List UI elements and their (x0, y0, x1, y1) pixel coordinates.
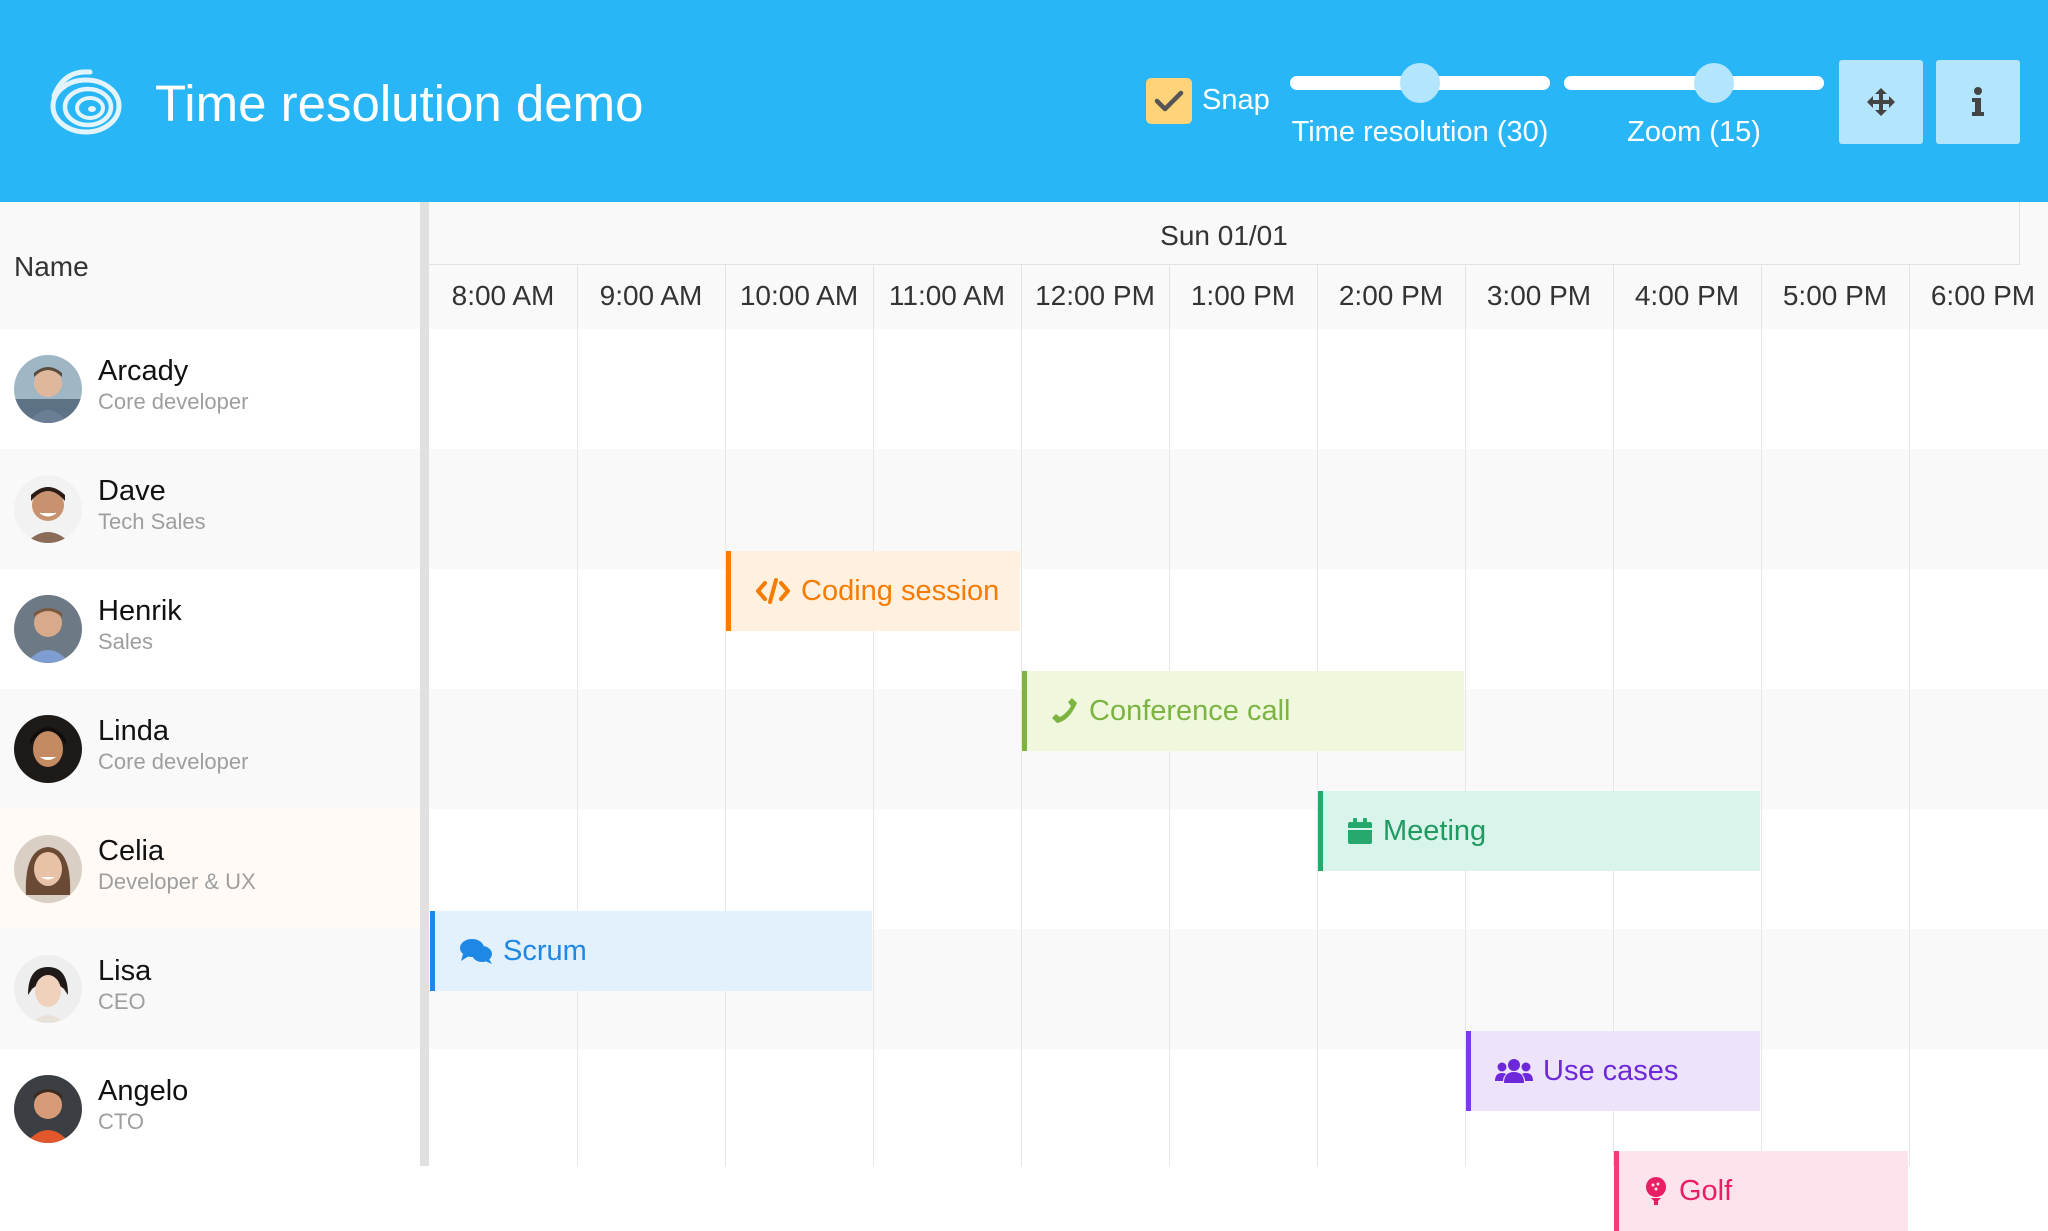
avatar-celia (14, 835, 82, 903)
resource-role: CTO (98, 1109, 145, 1134)
slider-thumb[interactable] (1400, 63, 1440, 103)
hour-header: 6:00 PM (1909, 265, 2048, 329)
check-icon (1154, 90, 1184, 112)
resource-name: Dave (98, 475, 166, 507)
code-icon (755, 578, 791, 604)
hour-label: 12:00 PM (1035, 280, 1155, 311)
resource-name: Lisa (98, 955, 152, 987)
hour-header: 3:00 PM (1465, 265, 1614, 329)
resource-name: Angelo (98, 1075, 189, 1107)
move-arrows-icon (1867, 88, 1895, 116)
schedule-row[interactable] (429, 449, 2048, 569)
resource-role: Core developer (98, 749, 249, 774)
event-conference-call[interactable]: Conference call (1022, 671, 1464, 751)
day-header: Sun 01/01 (429, 202, 2020, 265)
event-name: Golf (1679, 1174, 1733, 1207)
resource-column-header[interactable]: Name (0, 202, 420, 331)
hour-label: 1:00 PM (1190, 280, 1296, 311)
info-icon (1972, 87, 1984, 116)
resource-cell[interactable]: Lisa CEO (0, 929, 420, 1049)
hour-header: 1:00 PM (1169, 265, 1318, 329)
resource-cell[interactable]: Celia Developer & UX (0, 809, 420, 929)
page-title: Time resolution demo (155, 75, 644, 132)
event-name: Scrum (503, 934, 587, 967)
hour-gridline (725, 329, 726, 1166)
resource-role: Core developer (98, 389, 249, 414)
event-use-cases[interactable]: Use cases (1466, 1031, 1760, 1111)
users-icon (1495, 1057, 1533, 1085)
hour-label: 5:00 PM (1782, 280, 1888, 311)
avatar-arcady (14, 355, 82, 423)
hour-label: 10:00 AM (739, 280, 859, 311)
scheduler: Name Sun 01/01 8:00 AM 9:00 AM 10:00 AM … (0, 202, 2048, 1231)
hour-header: 2:00 PM (1317, 265, 1466, 329)
resource-cell[interactable]: Angelo CTO (0, 1049, 420, 1169)
name-column-title: Name (14, 251, 89, 282)
snap-label: Snap (1202, 84, 1270, 116)
hour-header: 12:00 PM (1021, 265, 1170, 329)
hour-label: 6:00 PM (1930, 280, 2036, 311)
hour-header: 5:00 PM (1761, 265, 1910, 329)
resource-name: Arcady (98, 355, 189, 387)
event-scrum[interactable]: Scrum (430, 911, 872, 991)
hour-gridline (1909, 329, 1910, 1166)
resource-role: Sales (98, 629, 154, 654)
golf-icon (1643, 1176, 1669, 1206)
hour-header: 10:00 AM (725, 265, 874, 329)
event-golf[interactable]: Golf (1614, 1151, 1908, 1231)
resource-role: Tech Sales (98, 509, 206, 534)
hour-label: 2:00 PM (1338, 280, 1444, 311)
hour-header: 4:00 PM (1613, 265, 1762, 329)
avatar-lisa (14, 955, 82, 1023)
hour-gridline (1761, 329, 1762, 1166)
hour-label: 4:00 PM (1634, 280, 1740, 311)
avatar-angelo (14, 1075, 82, 1143)
resource-cell[interactable]: Dave Tech Sales (0, 449, 420, 569)
snap-checkbox[interactable] (1146, 78, 1192, 124)
zoom-slider[interactable]: Zoom (15) (1564, 62, 1824, 152)
avatar-henrik (14, 595, 82, 663)
slider-thumb[interactable] (1694, 63, 1734, 103)
event-coding-session[interactable]: Coding session (726, 551, 1020, 631)
event-name: Meeting (1383, 814, 1487, 847)
time-resolution-slider[interactable]: Time resolution (30) (1290, 62, 1550, 152)
hour-gridline (577, 329, 578, 1166)
info-button[interactable] (1936, 60, 2020, 144)
event-meeting[interactable]: Meeting (1318, 791, 1760, 871)
calendar-icon (1347, 817, 1373, 845)
event-name: Conference call (1089, 694, 1291, 727)
phone-icon (1051, 697, 1079, 725)
hour-header: 8:00 AM (429, 265, 578, 329)
resource-cell[interactable]: Arcady Core developer (0, 329, 420, 449)
timeline-header: Sun 01/01 8:00 AM 9:00 AM 10:00 AM 11:00… (429, 202, 2048, 331)
resource-row[interactable]: Arcady Core developer (0, 329, 2048, 449)
pan-button[interactable] (1839, 60, 1923, 144)
hour-header: 11:00 AM (873, 265, 1022, 329)
hour-label: 8:00 AM (451, 280, 555, 311)
resource-row[interactable]: Dave Tech Sales (0, 449, 2048, 569)
hour-header: 9:00 AM (577, 265, 726, 329)
resource-name: Celia (98, 835, 165, 867)
resource-role: Developer & UX (98, 869, 256, 894)
app-header: Time resolution demo Snap Time resolutio… (0, 0, 2048, 202)
schedule-row[interactable] (429, 329, 2048, 449)
event-name: Coding session (801, 574, 1000, 607)
comments-icon (459, 937, 493, 965)
zoom-label: Zoom (15) (1627, 116, 1761, 148)
hour-label: 11:00 AM (888, 280, 1006, 311)
resource-cell[interactable]: Henrik Sales (0, 569, 420, 689)
hour-label: 9:00 AM (599, 280, 703, 311)
logo-icon (50, 69, 122, 135)
hour-gridline (873, 329, 874, 1166)
resource-role: CEO (98, 989, 146, 1014)
resource-cell[interactable]: Linda Core developer (0, 689, 420, 809)
avatar-dave (14, 475, 82, 543)
event-name: Use cases (1543, 1054, 1679, 1087)
resource-name: Linda (98, 715, 169, 747)
resource-name: Henrik (98, 595, 182, 627)
avatar-linda (14, 715, 82, 783)
time-resolution-label: Time resolution (30) (1291, 116, 1549, 148)
hour-label: 3:00 PM (1486, 280, 1592, 311)
date-label: Sun 01/01 (1160, 220, 1288, 251)
